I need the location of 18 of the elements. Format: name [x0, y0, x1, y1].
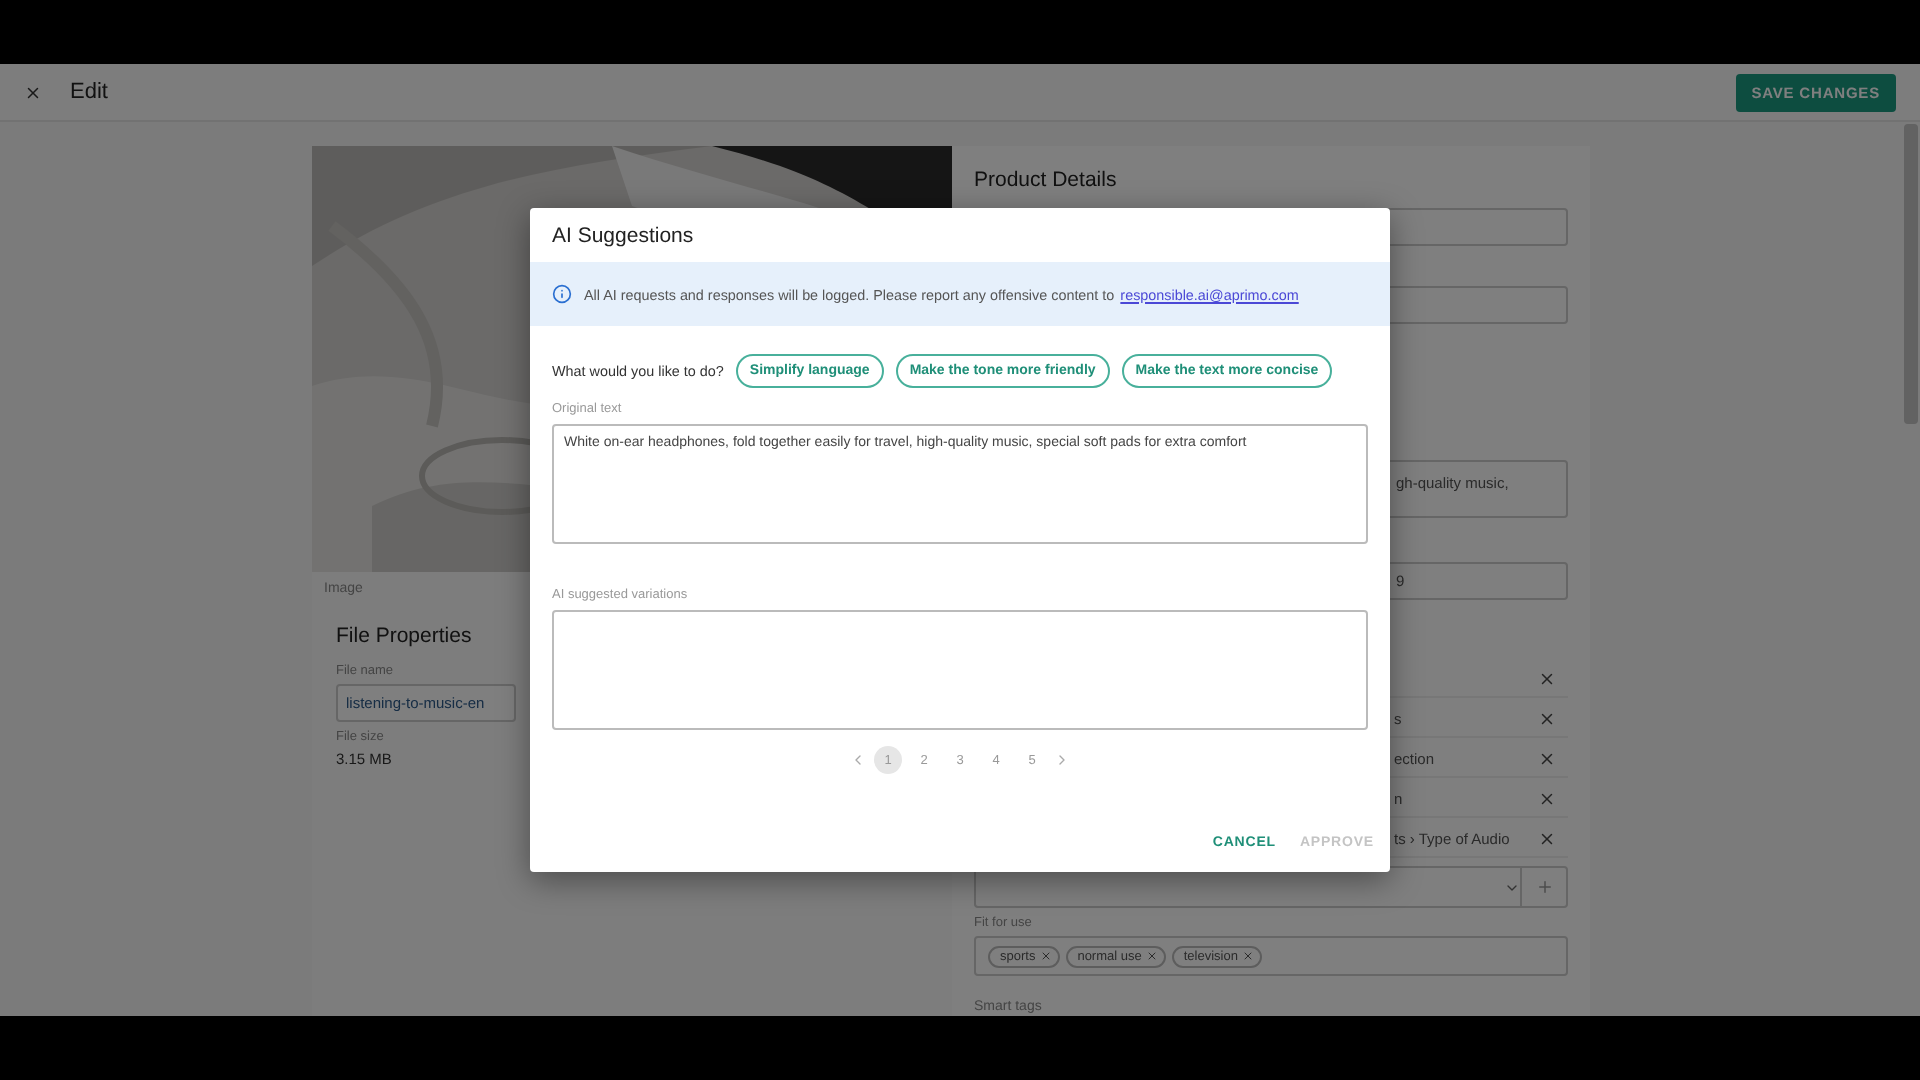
remove-icon[interactable] — [1538, 669, 1556, 687]
page-title: Edit — [70, 80, 110, 104]
remove-icon[interactable] — [1241, 950, 1254, 962]
remove-icon[interactable] — [1039, 950, 1052, 962]
section-title: File Properties — [336, 624, 474, 648]
suggestions-field[interactable] — [552, 610, 1368, 730]
next-icon[interactable] — [1054, 752, 1070, 768]
remove-icon[interactable] — [1145, 950, 1158, 962]
remove-icon[interactable] — [1538, 749, 1556, 767]
previous-icon[interactable] — [850, 752, 866, 768]
remove-icon[interactable] — [1538, 829, 1556, 847]
section-title: Product Details — [974, 168, 1119, 192]
scrollbar[interactable] — [1904, 124, 1918, 424]
dialog-title: AI Suggestions — [552, 224, 694, 248]
remove-icon[interactable] — [1538, 709, 1556, 727]
info-icon — [552, 284, 572, 304]
close-icon[interactable] — [24, 83, 42, 101]
remove-icon[interactable] — [1538, 789, 1556, 807]
